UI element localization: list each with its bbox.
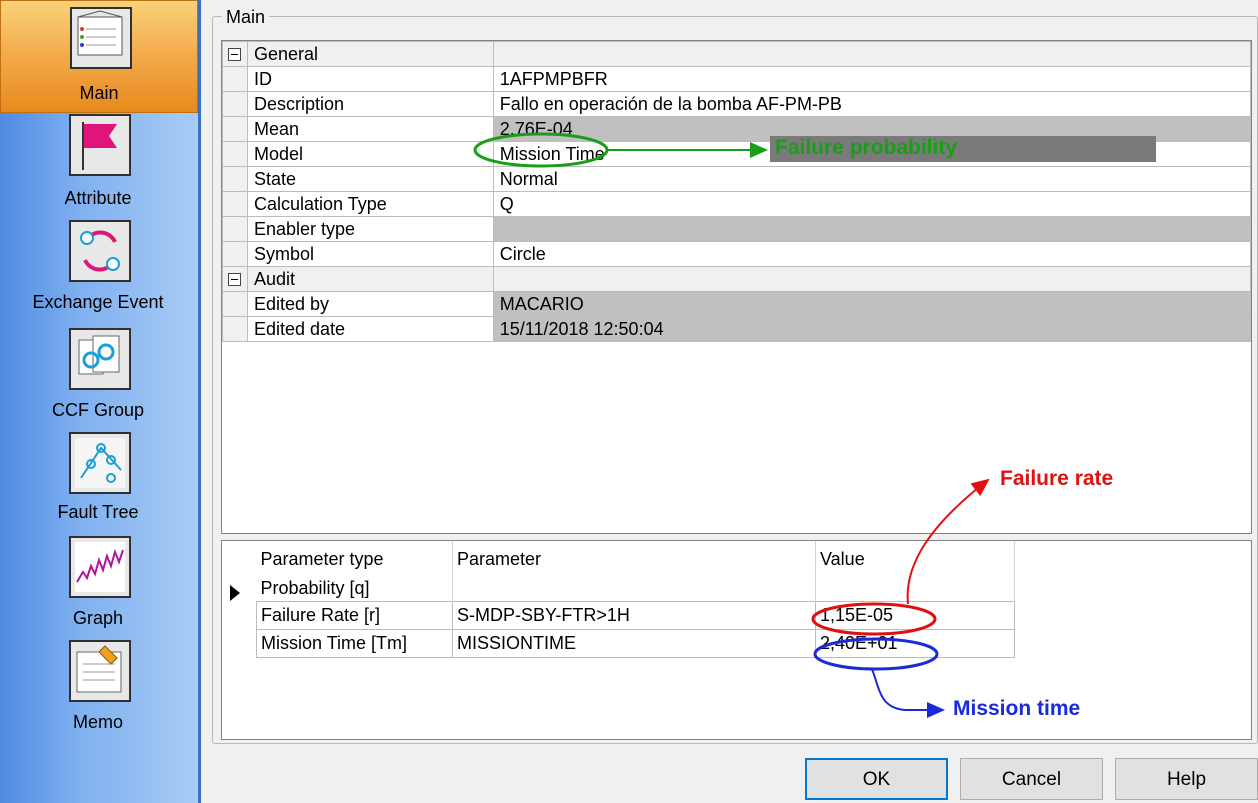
property-grid[interactable]: General ID 1AFPMPBFR Description Fallo en op… (221, 40, 1252, 534)
table-row[interactable]: Failure Rate [r] S-MDP-SBY-FTR>1H 1,15E-… (256, 600, 1015, 630)
parameter-grid[interactable]: Parameter type Parameter Value Probabili… (221, 540, 1252, 740)
property-category-row[interactable]: Audit (222, 266, 1252, 292)
parameter-cell[interactable]: S-MDP-SBY-FTR>1H (452, 600, 816, 630)
property-value[interactable]: Normal (492, 166, 1252, 192)
property-row[interactable]: Edited by MACARIO (222, 291, 1252, 317)
property-name[interactable]: State (246, 166, 494, 192)
row-margin (222, 91, 248, 117)
property-name[interactable]: Description (246, 91, 494, 117)
property-row[interactable]: Symbol Circle (222, 241, 1252, 267)
flag-icon (69, 114, 131, 176)
graph-icon (69, 536, 131, 598)
property-name[interactable]: Edited date (246, 316, 494, 342)
property-row[interactable]: Calculation Type Q (222, 191, 1252, 217)
property-name[interactable]: Mean (246, 116, 494, 142)
collapse-minus-icon[interactable] (228, 48, 242, 62)
value-cell[interactable] (815, 577, 1015, 601)
help-button[interactable]: Help (1115, 758, 1258, 800)
property-row[interactable]: Mean 2,76E-04 (222, 116, 1252, 142)
failure-probability-label: Failure probability (775, 136, 958, 159)
sidebar-item-label: Attribute (64, 188, 132, 208)
property-value[interactable] (492, 216, 1252, 242)
collapse-toggle[interactable] (222, 266, 248, 292)
group-title: Main (222, 7, 270, 28)
property-value[interactable]: MACARIO (492, 291, 1252, 317)
sidebar-item-main[interactable]: Main (0, 0, 198, 113)
collapse-toggle[interactable] (222, 41, 248, 67)
parameter-cell[interactable]: MISSIONTIME (452, 628, 816, 658)
table-row[interactable]: Probability [q] (256, 577, 1015, 601)
sidebar-item-label: Exchange Event (32, 292, 164, 312)
mission-time-label: Mission time (953, 697, 1081, 720)
property-name[interactable]: Model (246, 141, 494, 167)
row-margin (222, 191, 248, 217)
collapse-minus-icon[interactable] (228, 273, 242, 287)
memo-icon (69, 640, 131, 702)
sidebar-item-label: CCF Group (51, 400, 145, 420)
sidebar-item-attribute[interactable]: Attribute (0, 112, 196, 218)
row-margin (222, 291, 248, 317)
property-name[interactable]: Enabler type (246, 216, 494, 242)
sidebar-item-graph[interactable]: Graph (0, 534, 196, 638)
failure-rate-label: Failure rate (1000, 467, 1114, 490)
row-margin (222, 166, 248, 192)
property-value[interactable]: 1AFPMPBFR (492, 66, 1252, 92)
value-cell[interactable]: 1,15E-05 (815, 600, 1015, 630)
fault-tree-icon (69, 432, 131, 494)
property-row[interactable]: Description Fallo en operación de la bomb… (222, 91, 1252, 117)
parameter-cell[interactable] (452, 577, 816, 601)
property-value[interactable]: Q (492, 191, 1252, 217)
property-table: General ID 1AFPMPBFR Description Fallo en op… (222, 41, 1252, 342)
property-category-name[interactable]: General (246, 41, 494, 67)
property-category-value[interactable] (492, 41, 1252, 67)
sidebar-item-exchange-event[interactable]: Exchange Event (0, 218, 196, 324)
property-name[interactable]: ID (246, 66, 494, 92)
sidebar-item-memo[interactable]: Memo (0, 638, 196, 742)
parameter-table: Parameter type Parameter Value Probabili… (256, 541, 1015, 658)
row-margin (222, 216, 248, 242)
ccf-group-icon (69, 328, 131, 390)
sidebar-item-label: Graph (72, 608, 124, 628)
cancel-button[interactable]: Cancel (960, 758, 1103, 800)
sidebar-item-ccf-group[interactable]: CCF Group (0, 326, 196, 430)
sidebar-item-label: Main (79, 83, 119, 103)
property-value[interactable]: Fallo en operación de la bomba AF-PM-PB (492, 91, 1252, 117)
row-margin (222, 316, 248, 342)
property-name[interactable]: Symbol (246, 241, 494, 267)
property-value[interactable]: Circle (492, 241, 1252, 267)
current-row-arrow-icon (230, 585, 240, 601)
column-header-parameter-type[interactable]: Parameter type (256, 541, 453, 577)
property-row[interactable]: Edited date 15/11/2018 12:50:04 (222, 316, 1252, 342)
property-name[interactable]: Calculation Type (246, 191, 494, 217)
property-category-row[interactable]: General (222, 41, 1252, 67)
sidebar-item-fault-tree[interactable]: Fault Tree (0, 430, 196, 534)
sidebar-item-label: Fault Tree (57, 502, 139, 522)
property-row[interactable]: Enabler type (222, 216, 1252, 242)
row-margin (222, 141, 248, 167)
exchange-cycle-icon (69, 220, 131, 282)
property-row[interactable]: Model Mission Time (222, 141, 1252, 167)
property-row[interactable]: State Normal (222, 166, 1252, 192)
column-header-value[interactable]: Value (815, 541, 1015, 577)
property-name[interactable]: Edited by (246, 291, 494, 317)
sidebar: Main Attribute Exchange Event CCF Group … (0, 0, 201, 803)
property-category-name[interactable]: Audit (246, 266, 494, 292)
row-margin (222, 116, 248, 142)
parameter-type-cell[interactable]: Mission Time [Tm] (256, 628, 453, 658)
column-header-parameter[interactable]: Parameter (452, 541, 816, 577)
parameter-type-cell[interactable]: Probability [q] (256, 577, 453, 601)
notebook-icon (70, 7, 132, 69)
property-category-value[interactable] (492, 266, 1252, 292)
parameter-type-cell[interactable]: Failure Rate [r] (256, 600, 453, 630)
parameter-header-row: Parameter type Parameter Value (256, 541, 1015, 577)
row-margin (222, 241, 248, 267)
sidebar-item-label: Memo (72, 712, 123, 732)
property-row[interactable]: ID 1AFPMPBFR (222, 66, 1252, 92)
table-row[interactable]: Mission Time [Tm] MISSIONTIME 2,40E+01 (256, 628, 1015, 658)
row-margin (222, 66, 248, 92)
value-cell[interactable]: 2,40E+01 (815, 628, 1015, 658)
property-value[interactable]: 15/11/2018 12:50:04 (492, 316, 1252, 342)
ok-button[interactable]: OK (805, 758, 948, 800)
